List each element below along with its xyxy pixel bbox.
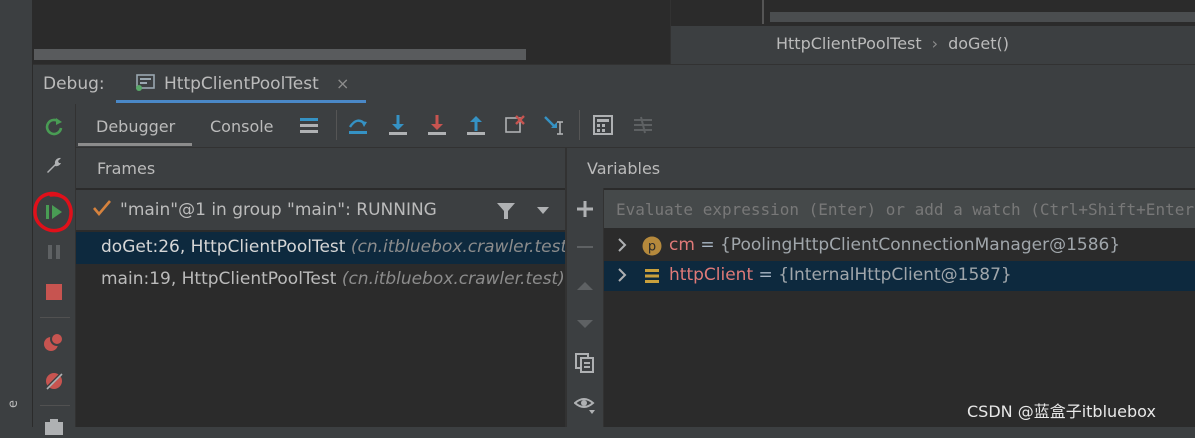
editor-divider xyxy=(762,0,764,24)
stop-icon[interactable] xyxy=(42,280,66,304)
variable-value: {InternalHttpClient@1587} xyxy=(778,265,1012,285)
rerun-icon[interactable] xyxy=(42,115,66,139)
trace-current-stream-icon[interactable] xyxy=(632,114,654,136)
debug-window-label: Debug: xyxy=(43,74,105,94)
tab-debugger[interactable]: Debugger xyxy=(96,117,175,136)
evaluate-expression-icon[interactable] xyxy=(592,114,614,136)
red-annotation-circle xyxy=(33,191,73,233)
drop-frame-icon[interactable] xyxy=(504,114,526,136)
chevron-right-icon[interactable] xyxy=(616,267,628,283)
thread-label[interactable]: "main"@1 in group "main": RUNNING xyxy=(120,200,437,220)
step-into-icon[interactable] xyxy=(387,114,409,136)
frame-method: doGet:26, HttpClientPoolTest xyxy=(101,237,346,257)
frame-package: (cn.itbluebox.crawler.test) xyxy=(341,269,565,289)
frame-row[interactable]: doGet:26, HttpClientPoolTest (cn.itblueb… xyxy=(76,232,565,264)
breadcrumb: HttpClientPoolTest › doGet() xyxy=(776,34,1009,53)
close-tab-icon[interactable]: × xyxy=(336,74,349,93)
tab-console[interactable]: Console xyxy=(210,117,274,136)
frame-row[interactable]: main:19, HttpClientPoolTest (cn.itbluebo… xyxy=(76,264,565,296)
editor-horizontal-scrollbar[interactable] xyxy=(34,49,526,60)
view-options-eye-icon[interactable] xyxy=(574,393,596,415)
view-breakpoints-icon[interactable] xyxy=(42,330,66,354)
variable-equals: = xyxy=(694,235,720,255)
toolbar-separator xyxy=(336,110,337,140)
add-watch-icon[interactable] xyxy=(574,198,596,220)
variables-side-toolbar xyxy=(567,188,604,427)
step-out-icon[interactable] xyxy=(465,114,487,136)
evaluate-expression-input[interactable] xyxy=(604,190,1195,228)
frame-package: (cn.itbluebox.crawler.test) xyxy=(350,237,565,257)
show-execution-point-icon[interactable] xyxy=(298,114,320,136)
left-tool-strip xyxy=(0,0,33,427)
protected-field-icon: p xyxy=(642,236,662,256)
settings-wrench-icon[interactable] xyxy=(42,153,66,177)
step-over-icon[interactable] xyxy=(347,114,369,136)
debug-tab-label[interactable]: HttpClientPoolTest xyxy=(164,74,319,94)
variable-value: {PoolingHttpClientConnectionManager@1586… xyxy=(719,235,1121,255)
frame-method: main:19, HttpClientPoolTest xyxy=(101,269,337,289)
chevron-right-icon[interactable] xyxy=(616,237,628,253)
field-icon xyxy=(645,269,659,283)
breadcrumb-class[interactable]: HttpClientPoolTest xyxy=(776,34,922,53)
watermark: CSDN @蓝盒子itbluebox xyxy=(967,402,1156,421)
force-step-into-icon[interactable] xyxy=(426,114,448,136)
variable-equals: = xyxy=(753,265,779,285)
toolbar-separator xyxy=(40,405,70,406)
copy-watch-icon[interactable] xyxy=(574,352,596,374)
variables-title: Variables xyxy=(587,159,661,178)
variable-name: cm xyxy=(669,235,695,255)
filter-icon[interactable] xyxy=(496,201,516,221)
debugger-tab-underline xyxy=(78,143,192,146)
variable-row[interactable]: p cm = {PoolingHttpClientConnectionManag… xyxy=(604,231,1195,261)
toolbar-separator xyxy=(40,317,70,318)
variable-row[interactable]: httpClient = {InternalHttpClient@1587} xyxy=(604,261,1195,291)
mute-breakpoints-icon[interactable] xyxy=(42,369,66,393)
svg-text:p: p xyxy=(648,240,656,255)
move-down-icon[interactable] xyxy=(574,313,596,335)
checkmark-icon xyxy=(93,200,111,217)
frames-title: Frames xyxy=(97,159,156,178)
editor-scrollbar[interactable] xyxy=(770,12,1195,22)
camera-icon[interactable] xyxy=(42,414,66,438)
move-up-icon[interactable] xyxy=(574,275,596,297)
debug-tab-underline xyxy=(116,100,366,103)
breadcrumb-separator-icon: › xyxy=(931,34,939,53)
run-config-icon xyxy=(136,74,155,91)
breadcrumb-method[interactable]: doGet() xyxy=(948,34,1009,53)
remove-watch-icon[interactable] xyxy=(574,236,596,258)
chevron-down-icon[interactable] xyxy=(536,203,550,217)
pause-program-icon[interactable] xyxy=(42,240,66,264)
left-strip-label[interactable]: e xyxy=(6,400,21,408)
variable-name: httpClient xyxy=(669,265,754,285)
toolbar-separator xyxy=(579,110,580,140)
variables-header xyxy=(567,147,1195,189)
run-to-cursor-icon[interactable] xyxy=(543,114,565,136)
